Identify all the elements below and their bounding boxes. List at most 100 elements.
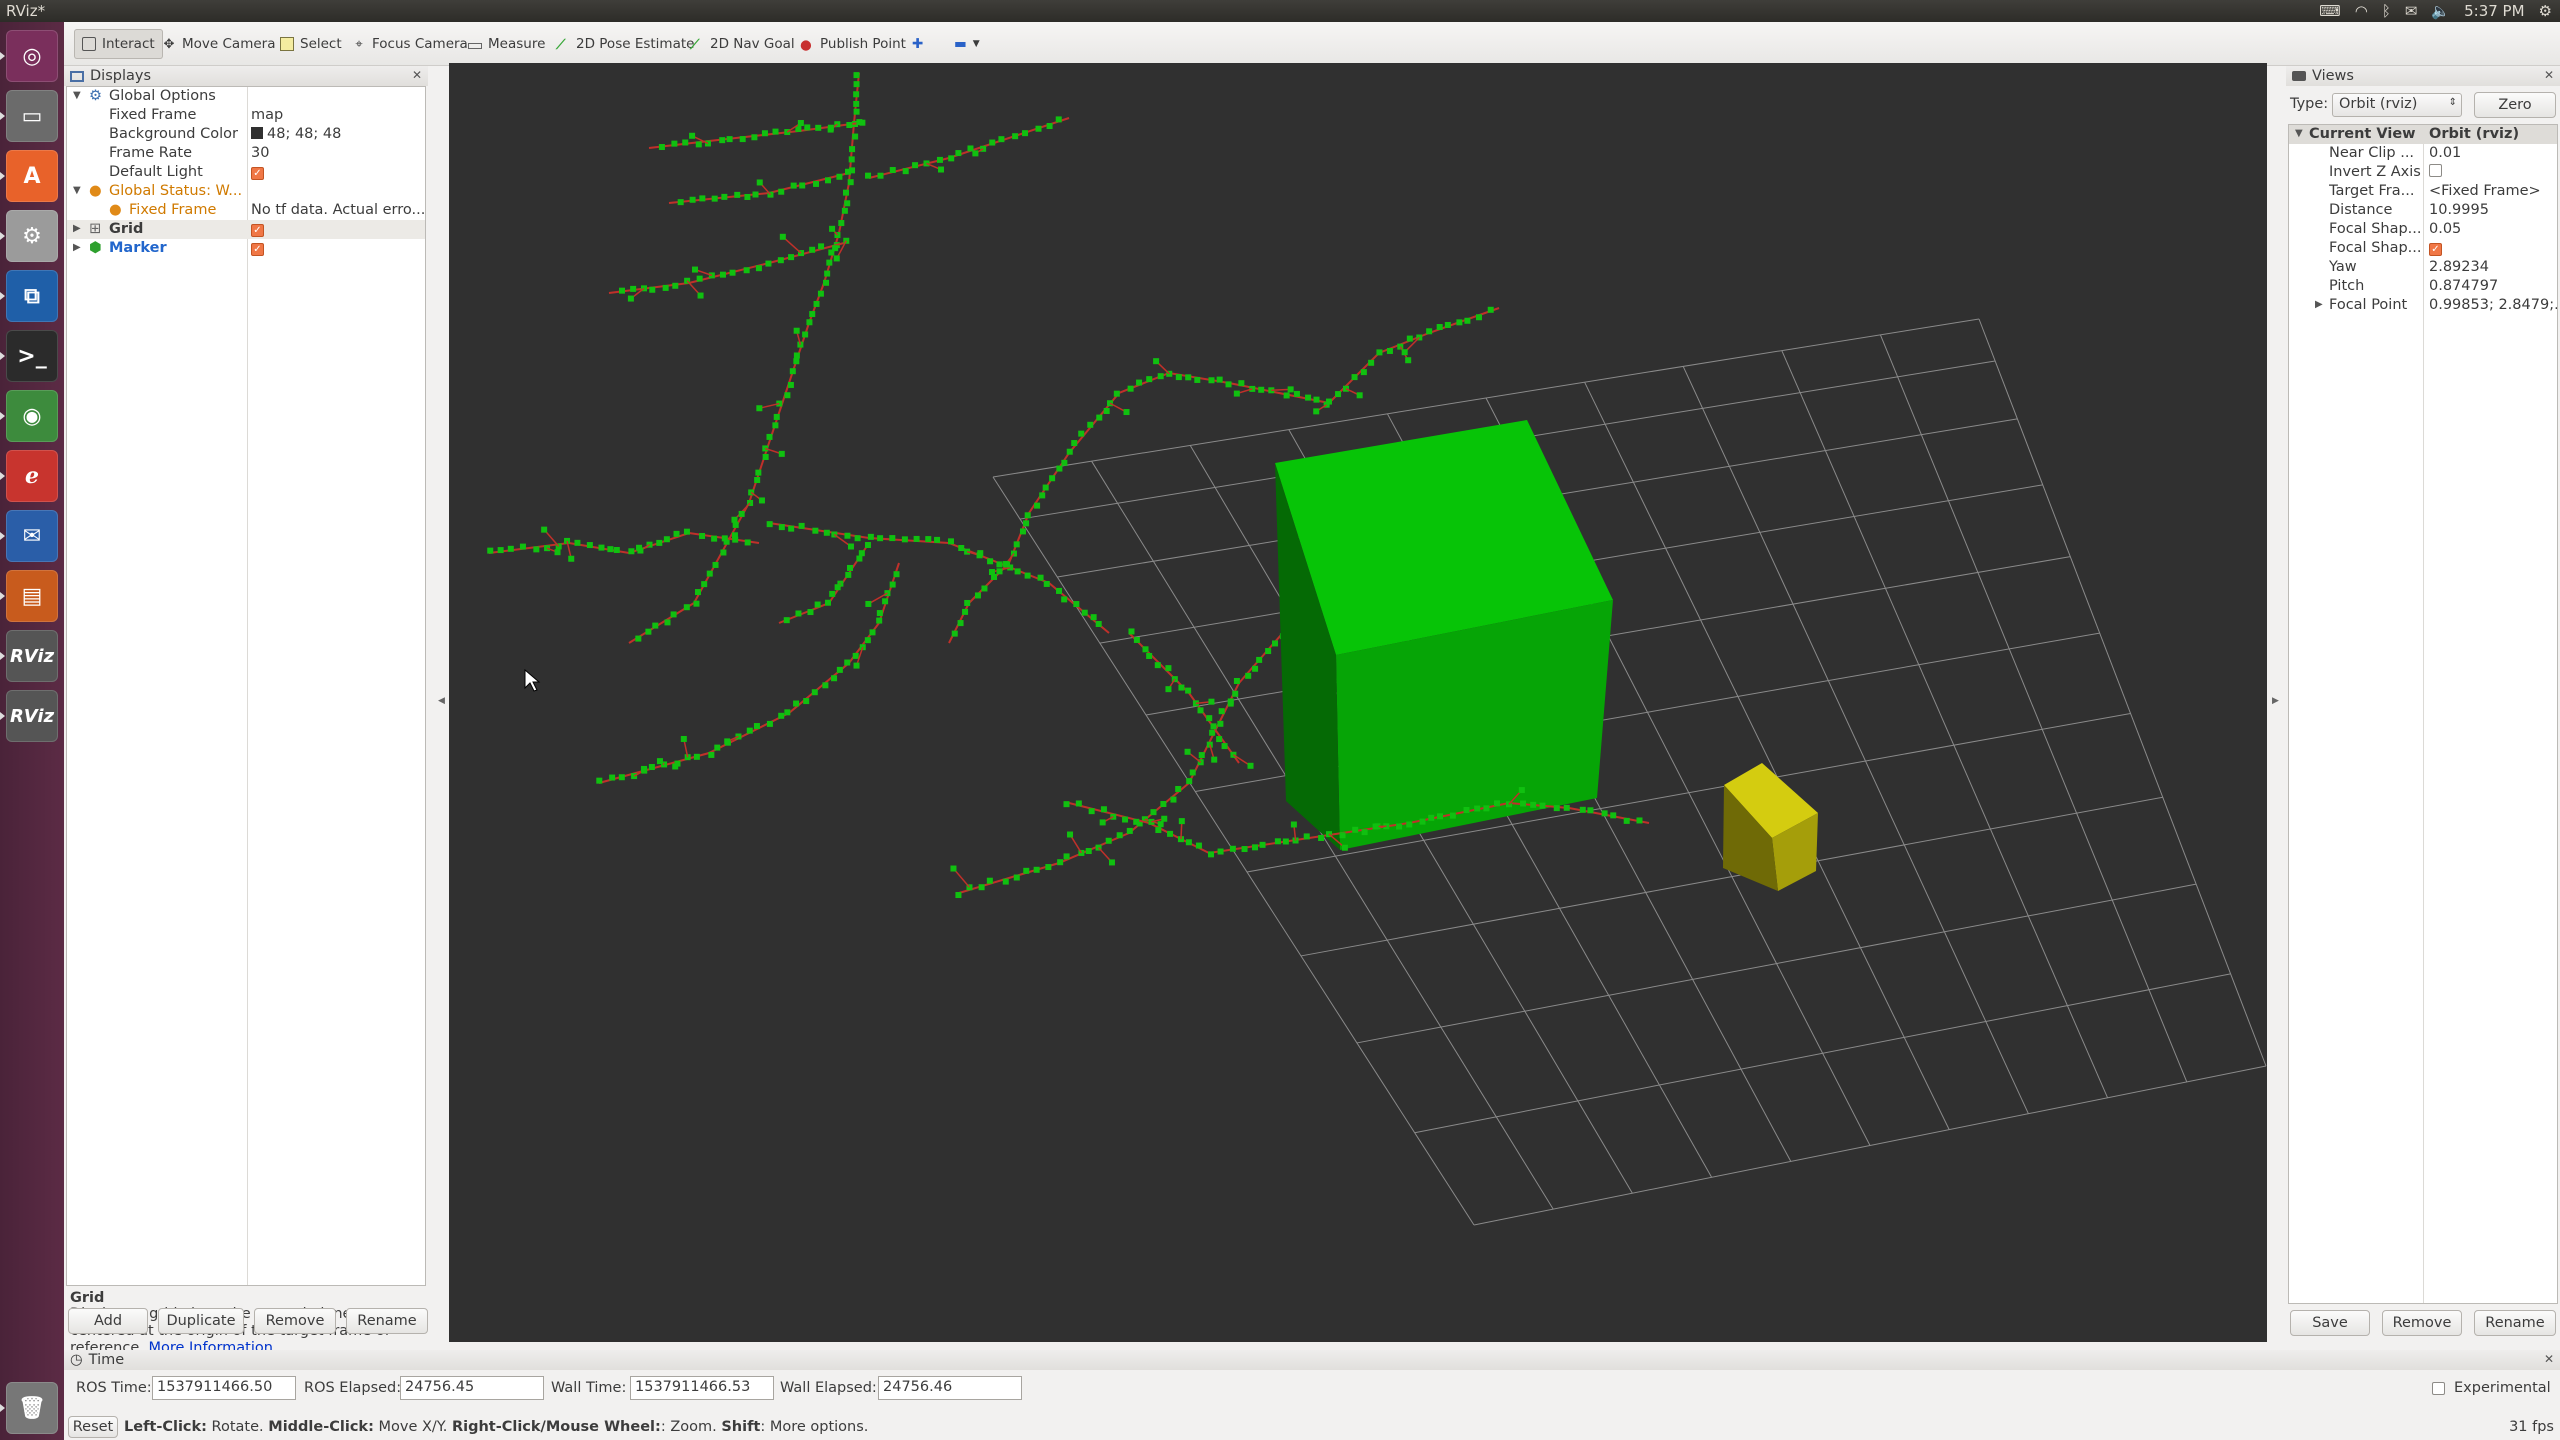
collapse-arrow-icon[interactable]: ▶ <box>2315 299 2323 310</box>
select-label: Select <box>300 36 342 52</box>
view-prop-checkbox[interactable] <box>2429 164 2557 181</box>
view-prop-value[interactable]: 0.05 <box>2429 221 2557 237</box>
interact-tool[interactable]: Interact <box>74 29 163 59</box>
nav-goal-tool[interactable]: ⟋ 2D Nav Goal <box>682 29 803 59</box>
view-prop-value[interactable]: 0.99853; 2.8479;... <box>2429 297 2557 313</box>
view-prop-value[interactable]: <Fixed Frame> <box>2429 183 2557 199</box>
render-viewport[interactable] <box>449 63 2267 1342</box>
frame-rate-value[interactable]: 30 <box>251 145 269 161</box>
bluetooth-icon[interactable]: ᛒ <box>2382 2 2391 20</box>
expand-arrow-icon[interactable]: ▼ <box>2295 128 2303 139</box>
collapse-arrow-icon[interactable]: ▶ <box>73 223 81 234</box>
tree-row-default-light[interactable]: Default Light ✓ <box>67 163 425 182</box>
marker-checkbox[interactable]: ✓ <box>251 240 264 256</box>
trash-icon[interactable]: 🗑 <box>0 1382 58 1434</box>
add-tool-button[interactable]: ✚ <box>904 29 931 59</box>
collapse-right-icon[interactable]: ▶ <box>2272 696 2279 706</box>
view-prop-value[interactable]: 0.01 <box>2429 145 2557 161</box>
select-tool[interactable]: Select <box>272 29 350 59</box>
wall-time-field[interactable]: 1537911466.53 <box>630 1376 774 1400</box>
focus-camera-tool[interactable]: ⌖ Focus Camera <box>344 29 476 59</box>
mail-icon[interactable]: ✉ <box>2405 2 2418 20</box>
expand-arrow-icon[interactable]: ▼ <box>73 90 81 101</box>
move-camera-tool[interactable]: ✥ Move Camera <box>154 29 283 59</box>
view-prop-value[interactable]: 0.874797 <box>2429 278 2557 294</box>
terminal-icon[interactable]: >_ <box>0 330 58 382</box>
tree-row-marker[interactable]: ▶ ⬢ Marker ✓ <box>67 239 425 258</box>
measure-tool[interactable]: Measure <box>460 29 553 59</box>
vscode-icon[interactable]: ⧉ <box>0 270 58 322</box>
reset-button[interactable]: Reset <box>68 1416 118 1438</box>
tree-row-global-status[interactable]: ▼ ● Global Status: W... <box>67 182 425 201</box>
fixed-frame-value[interactable]: map <box>251 107 283 123</box>
tree-row-frame-rate[interactable]: Frame Rate 30 <box>67 144 425 163</box>
focus-camera-label: Focus Camera <box>372 36 468 52</box>
wifi-icon[interactable]: ◠ <box>2355 2 2368 20</box>
view-prop-row[interactable]: Pitch 0.874797 <box>2289 277 2557 296</box>
view-prop-row[interactable]: Near Clip ... 0.01 <box>2289 144 2557 163</box>
pose-estimate-tool[interactable]: ⟋ 2D Pose Estimate <box>548 29 702 59</box>
ubuntu-dash-icon[interactable]: ◎ <box>0 30 58 82</box>
ros-time-field[interactable]: 1537911466.50 <box>152 1376 296 1400</box>
tree-row-grid[interactable]: ▶ ⊞ Grid ✓ <box>67 220 425 239</box>
remove-button[interactable]: Remove <box>254 1308 336 1334</box>
views-header: Views <box>2286 66 2560 86</box>
publish-point-tool[interactable]: ● Publish Point <box>792 29 914 59</box>
views-panel: Views ✕ Type: Orbit (rviz) ⇕ Zero ▼ Curr… <box>2286 66 2560 1350</box>
view-prop-row[interactable]: Invert Z Axis <box>2289 163 2557 182</box>
default-light-checkbox[interactable]: ✓ <box>251 164 264 180</box>
view-prop-row[interactable]: Focal Shap... 0.05 <box>2289 220 2557 239</box>
volume-icon[interactable]: 🔈 <box>2431 2 2450 20</box>
view-prop-row[interactable]: Focal Shap... ✓ <box>2289 239 2557 258</box>
collapse-left-icon[interactable]: ◀ <box>438 696 445 706</box>
view-prop-row[interactable]: ▶ Focal Point 0.99853; 2.8479;... <box>2289 296 2557 315</box>
tree-row-global-options[interactable]: ▼ ⚙ Global Options <box>67 87 425 106</box>
close-icon[interactable]: ✕ <box>2544 1352 2554 1366</box>
tree-row-background-color[interactable]: Background Color 48; 48; 48 <box>67 125 425 144</box>
tree-row-status-fixed-frame[interactable]: ● Fixed Frame No tf data. Actual erro... <box>67 201 425 220</box>
gear-icon[interactable]: ⚙ <box>2539 2 2552 20</box>
view-type-select[interactable]: Orbit (rviz) ⇕ <box>2332 93 2462 117</box>
wall-elapsed-field[interactable]: 24756.46 <box>878 1376 1022 1400</box>
close-icon[interactable]: ✕ <box>412 68 422 82</box>
close-icon[interactable]: ✕ <box>2544 68 2554 82</box>
system-settings-icon[interactable]: ⚙ <box>0 210 58 262</box>
views-remove-button[interactable]: Remove <box>2382 1310 2462 1336</box>
expand-arrow-icon[interactable]: ▼ <box>73 185 81 196</box>
current-view-row[interactable]: ▼ Current View Orbit (rviz) <box>2289 125 2557 144</box>
ground-grid <box>992 318 2267 1226</box>
keyboard-icon[interactable]: ⌨ <box>2319 2 2341 20</box>
experimental-checkbox[interactable] <box>2432 1382 2445 1395</box>
software-center-icon[interactable]: A <box>0 150 58 202</box>
view-prop-checkbox[interactable]: ✓ <box>2429 240 2557 256</box>
view-prop-value[interactable]: 10.9995 <box>2429 202 2557 218</box>
grid-checkbox[interactable]: ✓ <box>251 221 264 237</box>
files-icon[interactable]: ▭ <box>0 90 58 142</box>
clock[interactable]: 5:37 PM <box>2464 2 2524 20</box>
chrome-icon[interactable]: ◉ <box>0 390 58 442</box>
duplicate-button[interactable]: Duplicate <box>158 1308 244 1334</box>
rviz-icon-2[interactable]: RViz <box>0 690 58 742</box>
remove-tool-button[interactable]: ▬ ▼ <box>946 29 988 59</box>
view-prop-row[interactable]: Distance 10.9995 <box>2289 201 2557 220</box>
pdf-viewer-icon[interactable]: ℯ <box>0 450 58 502</box>
views-rename-button[interactable]: Rename <box>2474 1310 2556 1336</box>
tree-row-fixed-frame[interactable]: Fixed Frame map <box>67 106 425 125</box>
view-prop-row[interactable]: Yaw 2.89234 <box>2289 258 2557 277</box>
impress-icon[interactable]: ▤ <box>0 570 58 622</box>
view-prop-label: Focal Shap... <box>2329 240 2422 256</box>
zero-button[interactable]: Zero <box>2474 92 2556 118</box>
hint-more: : More options. <box>760 1419 869 1435</box>
save-button[interactable]: Save <box>2290 1310 2370 1336</box>
displays-tree: ▼ ⚙ Global Options Fixed Frame map Backg… <box>66 86 426 1286</box>
add-button[interactable]: Add <box>68 1308 148 1334</box>
rviz-icon-1[interactable]: RViz <box>0 630 58 682</box>
view-prop-value[interactable]: 2.89234 <box>2429 259 2557 275</box>
thunderbird-icon[interactable]: ✉ <box>0 510 58 562</box>
3d-scene[interactable] <box>449 63 2267 1342</box>
rename-button[interactable]: Rename <box>346 1308 428 1334</box>
view-prop-row[interactable]: Target Fra... <Fixed Frame> <box>2289 182 2557 201</box>
background-color-value[interactable]: 48; 48; 48 <box>251 126 341 142</box>
collapse-arrow-icon[interactable]: ▶ <box>73 242 81 253</box>
ros-elapsed-field[interactable]: 24756.45 <box>400 1376 544 1400</box>
